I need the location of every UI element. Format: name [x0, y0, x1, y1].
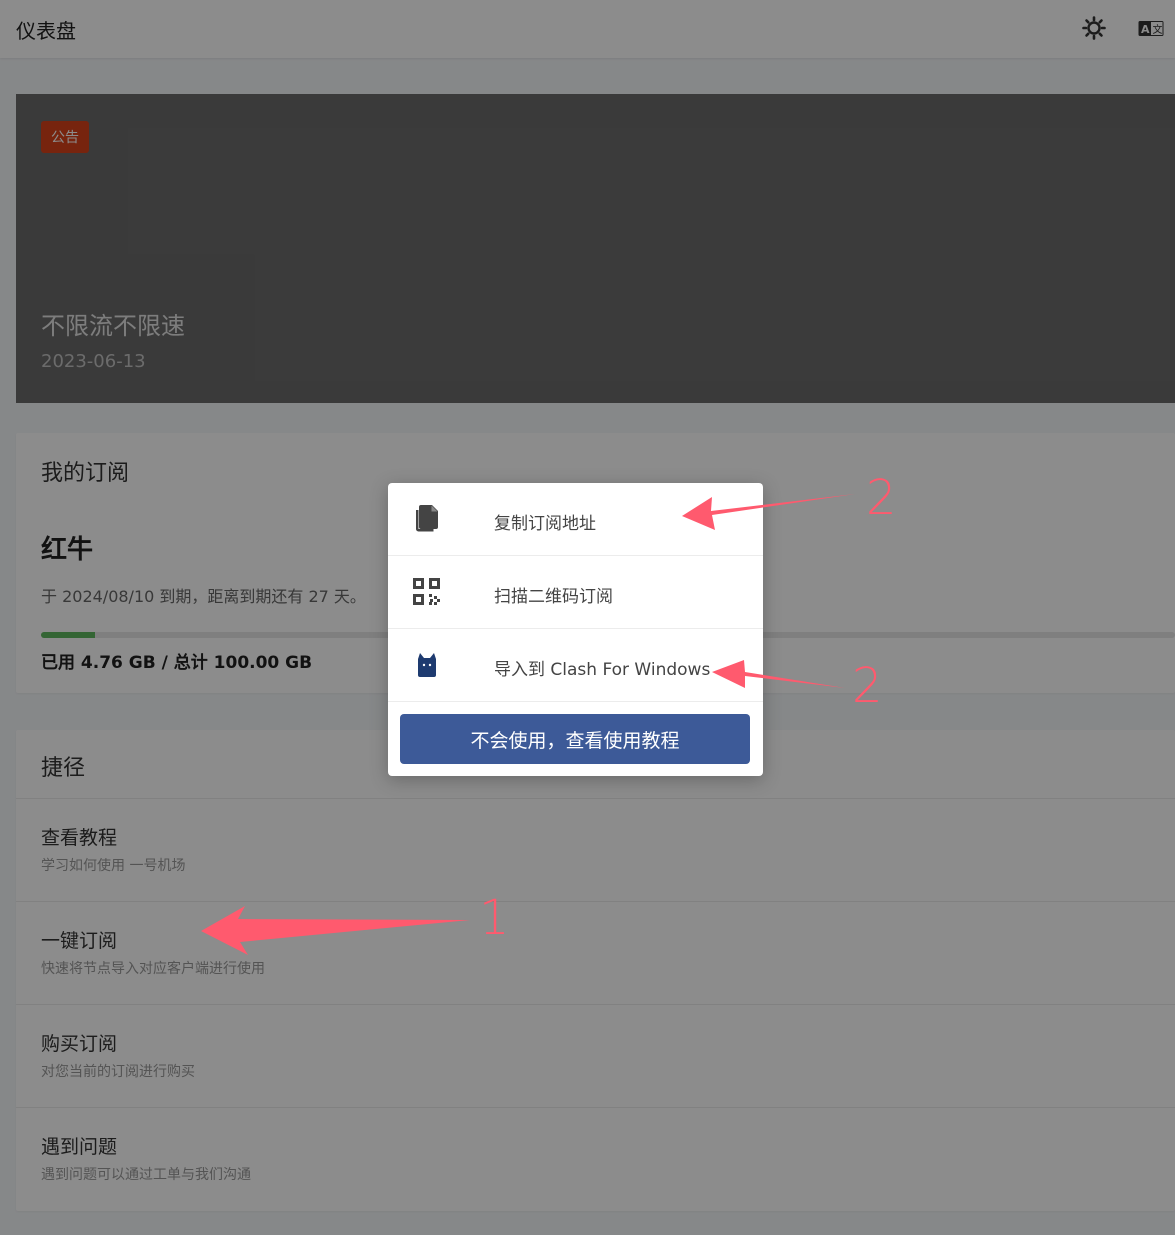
subscribe-modal: 复制订阅地址 扫描二维码订阅 导入到 Clash For Windows 不会使… — [388, 483, 763, 776]
view-tutorial-button[interactable]: 不会使用，查看使用教程 — [400, 714, 750, 764]
qrcode-icon — [412, 576, 442, 608]
option-label: 扫描二维码订阅 — [494, 587, 613, 607]
clash-cat-icon — [412, 649, 442, 681]
import-clash-option[interactable]: 导入到 Clash For Windows — [388, 629, 763, 702]
option-label: 导入到 Clash For Windows — [494, 660, 711, 680]
copy-icon — [412, 503, 442, 535]
copy-subscription-link-option[interactable]: 复制订阅地址 — [388, 483, 763, 556]
scan-qrcode-option[interactable]: 扫描二维码订阅 — [388, 556, 763, 629]
option-label: 复制订阅地址 — [494, 514, 596, 534]
